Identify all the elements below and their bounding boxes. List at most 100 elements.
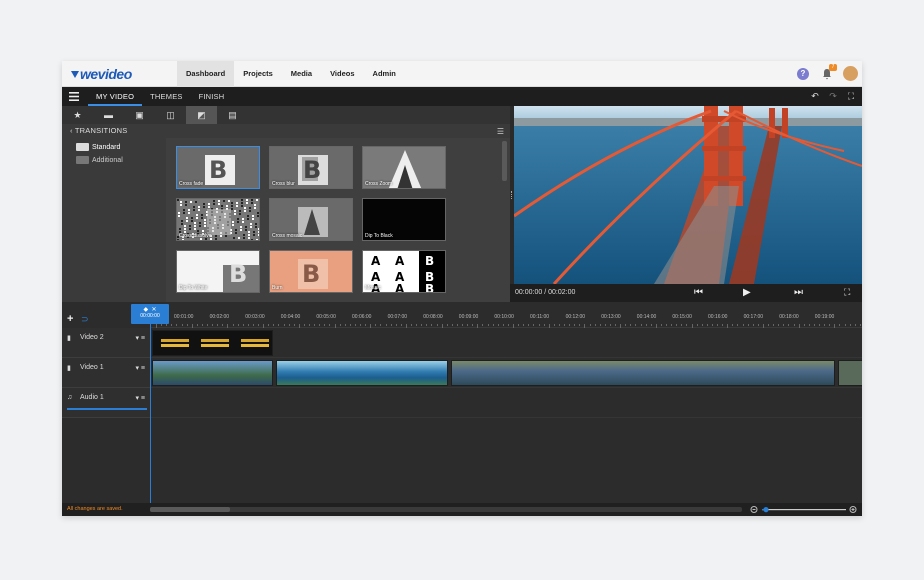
transition-label: Mosaic — [365, 285, 381, 291]
ruler-tick-label: 00:05:00 — [316, 314, 336, 320]
track-row-video-1[interactable] — [150, 358, 862, 388]
ruler-tick-label: 00:19:00 — [814, 314, 835, 320]
timeline-scrollbar[interactable] — [150, 507, 742, 512]
nav-item-videos[interactable]: Videos — [321, 61, 363, 87]
transition-thumb-mosaic[interactable]: A A B A A B A A B Mosaic — [362, 250, 446, 293]
ruler-tick-mark — [237, 324, 239, 326]
transition-thumb-cross-blur[interactable]: B Cross blur — [269, 146, 353, 189]
track-menu-icon[interactable]: ▾ ≡ — [135, 364, 145, 372]
magnet-icon[interactable]: ⊃ — [81, 314, 89, 325]
timeline-clip[interactable] — [451, 360, 835, 386]
timeline-clip[interactable] — [152, 330, 273, 356]
notification-badge: 7 — [829, 64, 837, 71]
player-fullscreen-icon[interactable]: ⛶ — [844, 287, 850, 298]
help-icon[interactable]: ? — [797, 68, 809, 80]
tab-finish[interactable]: FINISH — [191, 87, 233, 106]
nav-item-admin[interactable]: Admin — [364, 61, 405, 87]
folder-tab-icon[interactable]: ▬ — [93, 106, 124, 124]
timeline-clip[interactable] — [838, 360, 862, 386]
nav-item-dashboard[interactable]: Dashboard — [177, 61, 235, 87]
ruler-tick-mark — [385, 324, 387, 326]
ruler-tick-mark — [375, 324, 377, 326]
clip-thumbnail — [161, 339, 269, 347]
transitions-header: ‹ TRANSITIONS ☰ — [62, 124, 510, 138]
grid-scrollbar[interactable] — [502, 141, 507, 181]
add-track-icon[interactable]: + — [67, 313, 73, 325]
svg-text:B: B — [302, 260, 320, 288]
ruler-tick-mark — [773, 324, 775, 326]
transitions-back-button[interactable]: ‹ TRANSITIONS — [70, 126, 127, 135]
skip-forward-icon[interactable]: ⏭ — [794, 287, 803, 298]
ruler-tick-mark — [742, 324, 744, 326]
ruler-tick-mark — [808, 324, 810, 326]
track-header-audio-1[interactable]: ♫ Audio 1 ▾ ≡ — [62, 388, 150, 418]
transition-thumb-cross-fade[interactable]: B Cross fade — [176, 146, 260, 189]
ruler-tick-mark — [671, 324, 673, 326]
hamburger-menu-icon[interactable] — [69, 92, 79, 101]
ruler-tick-mark — [717, 324, 718, 326]
track-row-video-2[interactable] — [150, 328, 862, 358]
transition-thumb-dip-to-white[interactable]: B Dip To White — [176, 250, 260, 293]
ruler-tick-mark — [813, 324, 815, 326]
folder-standard[interactable]: Standard — [76, 142, 120, 152]
undo-icon[interactable]: ↶ — [810, 91, 820, 101]
top-navigation: wevideo Dashboard Projects Media Videos Admi… — [62, 61, 862, 87]
transition-thumb-cross-dissolve[interactable]: Cross dissolve — [176, 198, 260, 241]
ruler-tick-mark — [701, 324, 703, 326]
track-menu-icon[interactable]: ▾ ≡ — [135, 394, 145, 402]
ruler-tick-mark — [339, 324, 341, 326]
fullscreen-icon[interactable]: ⛶ — [846, 91, 856, 101]
ruler-tick-mark — [436, 324, 438, 326]
timeline-clip[interactable] — [152, 360, 273, 386]
ruler-tick-mark — [400, 324, 402, 326]
wevideo-logo[interactable]: wevideo — [70, 66, 132, 82]
playhead-handle[interactable]: ◆ ✕ 00:00:00 — [131, 304, 169, 324]
tab-my-video[interactable]: MY VIDEO — [88, 87, 143, 106]
tab-themes[interactable]: THEMES — [142, 87, 190, 106]
scrollbar-thumb[interactable] — [150, 507, 230, 512]
ruler-tick-label: 00:02:00 — [209, 314, 230, 320]
ruler-tick-label: 00:18:00 — [779, 314, 799, 320]
status-bar: All changes are saved. — [62, 503, 862, 516]
zoom-slider[interactable] — [750, 505, 858, 514]
nav-item-projects[interactable]: Projects — [234, 61, 282, 87]
transition-thumb-cross-mosaic[interactable]: Cross mosaic — [269, 198, 353, 241]
video-preview[interactable] — [514, 106, 862, 284]
track-header-video-1[interactable]: ▮ Video 1 ▾ ≡ — [62, 358, 150, 388]
ruler-tick-mark — [446, 324, 448, 326]
redo-icon[interactable]: ↷ — [828, 91, 838, 101]
ruler-tick-mark — [288, 324, 290, 326]
transition-thumb-dip-to-black[interactable]: Dip To Black — [362, 198, 446, 241]
ruler-tick-mark — [268, 324, 270, 326]
layers-tab-icon[interactable]: ◫ — [155, 106, 186, 124]
ruler-tick-mark — [349, 324, 351, 326]
ruler-tick-mark — [706, 324, 708, 326]
transition-thumb-cross-zoom[interactable]: Cross Zoom — [362, 146, 446, 189]
transitions-tab-icon[interactable]: ◩ — [186, 106, 217, 124]
ruler-tick-label: 00:12:00 — [565, 314, 586, 320]
favorites-tab-icon[interactable]: ★ — [62, 106, 93, 124]
ruler-tick-mark — [630, 324, 632, 326]
avatar[interactable] — [843, 66, 858, 81]
ruler-tick-mark — [681, 324, 683, 326]
play-icon[interactable]: ▶ — [743, 287, 751, 298]
ruler-tick-mark — [360, 324, 361, 326]
ruler-tick-mark — [579, 324, 581, 326]
skip-back-icon[interactable]: ⏮ — [694, 287, 703, 298]
transition-thumb-burn[interactable]: B Burn — [269, 250, 353, 293]
list-view-icon[interactable]: ☰ — [497, 127, 504, 136]
ruler-tick-mark — [161, 324, 163, 326]
timeline-clip[interactable] — [276, 360, 448, 386]
track-row-audio-1[interactable] — [150, 388, 862, 418]
time-ruler[interactable]: 00:01:00 00:02:00 00:03:00 00:04:00 00:05:00… — [150, 302, 862, 328]
folder-additional[interactable]: Additional — [76, 155, 123, 165]
save-status: All changes are saved. — [67, 506, 123, 512]
volume-slider[interactable] — [67, 408, 147, 410]
nav-item-media[interactable]: Media — [282, 61, 321, 87]
track-menu-icon[interactable]: ▾ ≡ — [135, 334, 145, 342]
media-tab-icon[interactable]: ▣ — [124, 106, 155, 124]
svg-text:B: B — [425, 282, 434, 293]
ruler-tick-mark — [507, 324, 509, 326]
text-tab-icon[interactable]: ▤ — [217, 106, 248, 124]
track-header-video-2[interactable]: ▮ Video 2 ▾ ≡ — [62, 328, 150, 358]
